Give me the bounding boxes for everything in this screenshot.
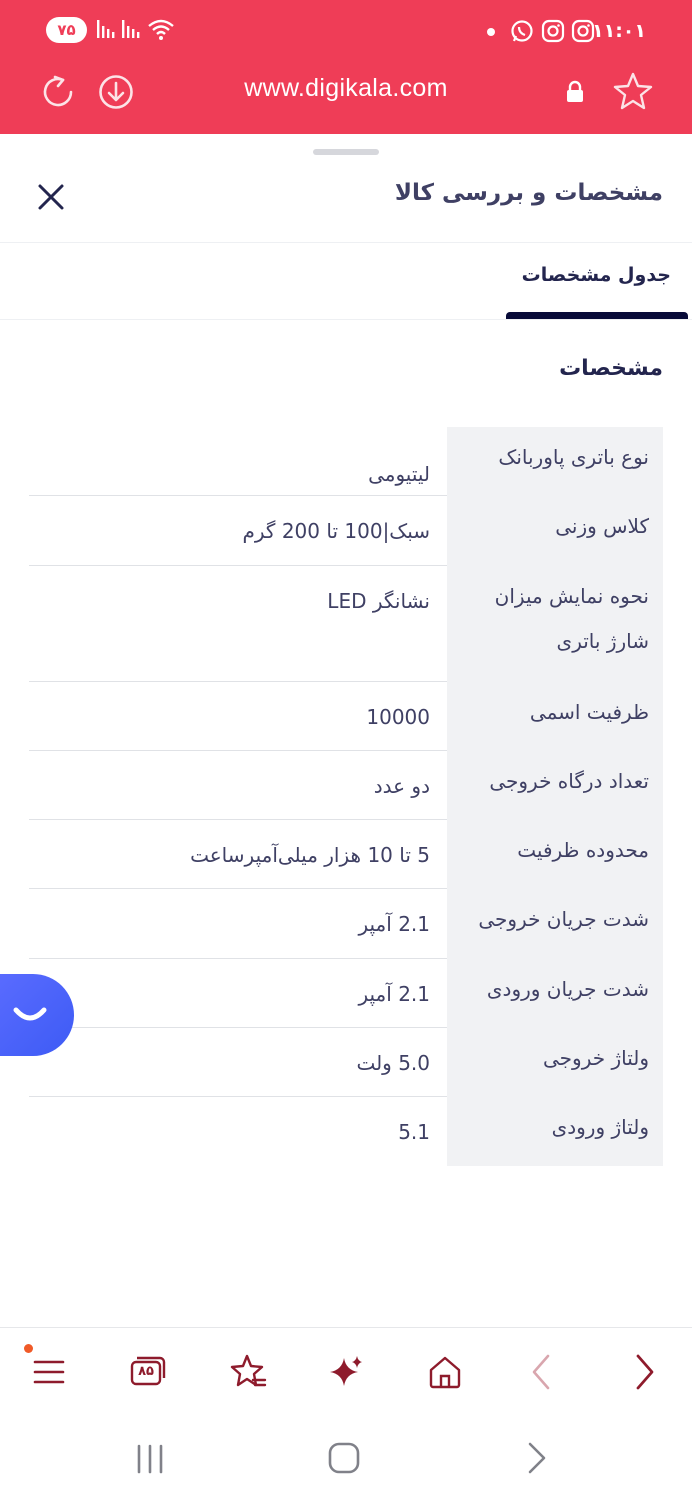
spec-value: 5.1	[398, 1120, 430, 1144]
home-icon[interactable]	[425, 1352, 465, 1392]
recent-apps-icon[interactable]	[134, 1443, 166, 1475]
whatsapp-icon	[511, 20, 533, 42]
spec-value: 10000	[29, 694, 447, 751]
bookmarks-icon[interactable]	[227, 1352, 267, 1392]
notification-dot	[487, 28, 495, 36]
spec-value: 5 تا 10 هزار میلی‌آمپرساعت	[29, 832, 447, 889]
instagram-icon	[541, 19, 565, 43]
spec-value: 2.1 آمپر	[29, 901, 447, 959]
home-button-icon[interactable]	[327, 1441, 361, 1475]
bookmark-star-icon[interactable]	[612, 71, 654, 111]
spec-value: دو عدد	[29, 763, 447, 820]
forward-arrow-icon[interactable]	[624, 1352, 664, 1392]
spec-value: لیتیومی	[29, 439, 447, 496]
browser-top-bar: ۷۵ ۱۱:۰۱ www.digikala.com	[0, 0, 692, 134]
battery-level-badge: ۷۵	[46, 17, 87, 43]
signal-icon-2	[122, 20, 140, 38]
signal-icon	[97, 20, 115, 38]
tabs-button[interactable]: ۸۵	[128, 1352, 168, 1392]
spec-value: 2.1 آمپر	[29, 971, 447, 1028]
wifi-icon	[148, 19, 174, 40]
spec-value: نشانگر LED	[29, 578, 447, 682]
system-navigation-bar	[0, 1415, 692, 1500]
tabs-divider	[0, 319, 692, 320]
url-text[interactable]: www.digikala.com	[0, 74, 692, 103]
spec-label: نحوه نمایش میزان شارژ باتری	[447, 554, 663, 682]
active-tab-indicator	[506, 312, 688, 319]
close-icon[interactable]	[34, 180, 68, 214]
section-title: مشخصات	[559, 356, 663, 381]
browser-toolbar: ۸۵	[0, 1327, 692, 1415]
drag-handle[interactable]	[313, 149, 379, 155]
spec-value: 5.0 ولت	[29, 1040, 447, 1097]
spec-row: ولتاژ ورودی 5.1	[29, 1085, 663, 1166]
smile-icon	[13, 1007, 47, 1021]
sparkle-icon[interactable]	[326, 1352, 366, 1392]
url-bar: www.digikala.com	[0, 62, 692, 134]
header-divider	[0, 242, 692, 243]
spec-row: نحوه نمایش میزان شارژ باتری نشانگر LED	[29, 554, 663, 682]
menu-icon[interactable]	[29, 1352, 69, 1392]
lock-icon[interactable]	[565, 80, 585, 104]
clock: ۱۱:۰۱	[592, 20, 646, 42]
sheet-title: مشخصات و بررسی کالا	[394, 180, 663, 206]
status-bar: ۷۵ ۱۱:۰۱	[0, 0, 692, 62]
spec-value: سبک|100 تا 200 گرم	[29, 508, 447, 566]
system-back-icon[interactable]	[524, 1441, 550, 1475]
tab-specifications[interactable]: جدول مشخصات	[522, 264, 671, 286]
spec-table: نوع باتری پاوربانک لیتیومی کلاس وزنی سبک|10…	[29, 427, 663, 1166]
spec-label: ولتاژ ورودی	[447, 1085, 663, 1166]
tabs-count: ۸۵	[138, 1364, 154, 1379]
back-arrow-icon[interactable]	[522, 1352, 562, 1392]
